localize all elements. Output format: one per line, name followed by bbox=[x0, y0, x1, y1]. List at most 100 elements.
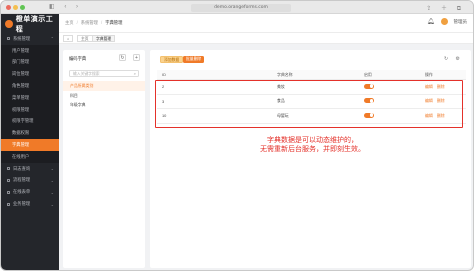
cell-id: 2 bbox=[162, 84, 165, 90]
sidebar: 橙单演示工程 系统管理 ⌃ 用户管理 部门管理 岗位管理 角色管理 菜单管理 权… bbox=[1, 14, 59, 270]
dictionary-panel-title[interactable]: 编码字典 bbox=[69, 56, 86, 62]
add-dictionary-button[interactable]: + bbox=[133, 54, 140, 61]
sidebar-item-permission-codes[interactable]: 权限字管理 bbox=[1, 115, 59, 128]
sidebar-item-label: 在线表单 bbox=[13, 189, 31, 195]
sidebar-item-label: 数据权限 bbox=[12, 130, 30, 136]
browser-nav-icons[interactable]: ◧ ‹ › bbox=[49, 3, 82, 10]
add-data-button[interactable]: 添加数据 bbox=[160, 56, 184, 63]
sidebar-item-logs[interactable]: 日志查询 ⌄ bbox=[1, 163, 59, 175]
top-header: 主页 / 系统管理 / 字典管理 🔔︎ 管理员 bbox=[59, 14, 473, 33]
enabled-toggle[interactable] bbox=[364, 112, 374, 118]
briefcase-icon bbox=[7, 202, 10, 206]
delete-link[interactable]: 删除 bbox=[437, 84, 445, 89]
sidebar-item-departments[interactable]: 部门管理 bbox=[1, 56, 59, 69]
dictionary-list-panel: 编码字典 ↻ + 输入关键字搜索 ⌕ 产品所属类别 科目 年级字典 bbox=[63, 50, 145, 268]
edit-link[interactable]: 编辑 bbox=[425, 113, 433, 118]
enabled-toggle[interactable] bbox=[364, 98, 374, 104]
sidebar-item-label: 在线用户 bbox=[12, 153, 30, 159]
cell-actions: 编辑 删除 bbox=[400, 113, 466, 119]
form-icon bbox=[7, 190, 10, 194]
close-window-button[interactable] bbox=[6, 5, 11, 10]
browser-action-icons[interactable]: ⇪ ＋ ⧉ bbox=[426, 3, 465, 13]
column-header-actions: 操作 bbox=[425, 71, 433, 77]
table-tools[interactable]: ↻ ⚙ bbox=[444, 56, 463, 62]
table-row: 3 食品 编辑 删除 bbox=[157, 95, 466, 109]
tab-home[interactable]: 主页 bbox=[77, 35, 93, 42]
search-placeholder: 输入关键字搜索 bbox=[73, 72, 100, 76]
orange-logo-icon bbox=[5, 19, 13, 28]
table-header: ID 字典名称 启用 操作 bbox=[157, 70, 466, 80]
header-actions: 🔔︎ 管理员 bbox=[427, 18, 467, 25]
tabs-bar: ⌂ 主页 字典管理 bbox=[59, 33, 473, 44]
maximize-window-button[interactable] bbox=[20, 5, 25, 10]
annotation-text: 字典数据是可以动态维护的， 无需重新后台服务，并即刻生效。 bbox=[260, 136, 365, 154]
settings-icon bbox=[7, 37, 10, 41]
sidebar-item-dictionary[interactable]: 字典管理 bbox=[1, 139, 59, 151]
sidebar-item-data-permissions[interactable]: 数据权限 bbox=[1, 127, 59, 140]
notification-bell-icon[interactable]: 🔔︎ bbox=[427, 18, 435, 25]
sidebar-item-label: 权限管理 bbox=[12, 106, 30, 112]
cell-id: 3 bbox=[162, 98, 165, 104]
delete-link[interactable]: 删除 bbox=[437, 113, 445, 118]
cell-enabled bbox=[340, 83, 400, 90]
tab-home-icon[interactable]: ⌂ bbox=[63, 35, 74, 42]
breadcrumb-separator: / bbox=[100, 20, 103, 25]
breadcrumb-current: 字典管理 bbox=[105, 20, 123, 25]
sidebar-item-online-forms[interactable]: 在线表单 ⌄ bbox=[1, 186, 59, 198]
edit-link[interactable]: 编辑 bbox=[425, 98, 433, 103]
chevron-down-icon: ⌄ bbox=[50, 201, 54, 207]
sidebar-item-permissions[interactable]: 权限管理 bbox=[1, 103, 59, 116]
app-window: ◧ ‹ › demo.orangeforms.com ⇪ ＋ ⧉ 橙单演示工程 … bbox=[0, 0, 474, 271]
cell-name: 食品 bbox=[277, 98, 285, 104]
enabled-toggle[interactable] bbox=[364, 83, 374, 89]
batch-delete-button[interactable]: 批量删除 bbox=[183, 56, 205, 63]
list-item[interactable]: 科目 bbox=[63, 91, 145, 101]
sidebar-item-online-users[interactable]: 在线用户 bbox=[1, 150, 59, 163]
dictionary-data-panel: 添加数据 批量删除 ↻ ⚙ ID 字典名称 启用 操作 2 美妆 编辑 删除 3 bbox=[150, 50, 471, 268]
tab-dictionary[interactable]: 字典管理 bbox=[92, 35, 116, 42]
sidebar-item-label: 用户管理 bbox=[12, 47, 30, 53]
sidebar-item-workflow[interactable]: 流程管理 ⌄ bbox=[1, 175, 59, 187]
cell-enabled bbox=[340, 112, 400, 119]
list-item[interactable]: 年级字典 bbox=[63, 100, 145, 110]
sidebar-item-posts[interactable]: 岗位管理 bbox=[1, 68, 59, 81]
sidebar-item-label: 系统管理 bbox=[13, 35, 31, 41]
dictionary-data-table: ID 字典名称 启用 操作 2 美妆 编辑 删除 3 食品 编辑 删除 10 母… bbox=[157, 70, 466, 124]
column-header-id: ID bbox=[162, 72, 166, 77]
sidebar-item-label: 流程管理 bbox=[13, 177, 31, 183]
browser-chrome: ◧ ‹ › demo.orangeforms.com ⇪ ＋ ⧉ bbox=[1, 1, 473, 14]
chevron-down-icon: ⌄ bbox=[50, 177, 54, 183]
list-item[interactable]: 产品所属类别 bbox=[63, 81, 145, 91]
sidebar-item-label: 菜单管理 bbox=[12, 94, 30, 100]
breadcrumb-item[interactable]: 主页 bbox=[65, 20, 74, 26]
cell-enabled bbox=[340, 98, 400, 104]
sidebar-menu: 系统管理 ⌃ 用户管理 部门管理 岗位管理 角色管理 菜单管理 权限管理 权限字… bbox=[1, 33, 59, 210]
dictionary-search-input[interactable]: 输入关键字搜索 ⌕ bbox=[69, 70, 139, 77]
sidebar-item-menus[interactable]: 菜单管理 bbox=[1, 91, 59, 104]
breadcrumb-item[interactable]: 系统管理 bbox=[81, 20, 98, 26]
sidebar-item-business[interactable]: 业务管理 ⌄ bbox=[1, 198, 59, 210]
sidebar-item-label: 字典管理 bbox=[12, 142, 30, 148]
cell-name: 美妆 bbox=[277, 83, 285, 89]
refresh-button[interactable]: ↻ bbox=[119, 54, 126, 61]
delete-link[interactable]: 删除 bbox=[437, 98, 445, 103]
chevron-up-icon: ⌃ bbox=[50, 36, 54, 42]
table-row: 2 美妆 编辑 删除 bbox=[157, 80, 466, 95]
url-bar[interactable]: demo.orangeforms.com bbox=[191, 4, 291, 12]
avatar[interactable] bbox=[440, 18, 448, 25]
sidebar-item-system[interactable]: 系统管理 ⌃ bbox=[1, 33, 59, 45]
user-name[interactable]: 管理员 bbox=[454, 19, 468, 25]
minimize-window-button[interactable] bbox=[13, 5, 18, 10]
cell-actions: 编辑 删除 bbox=[400, 84, 466, 90]
sidebar-item-users[interactable]: 用户管理 bbox=[1, 44, 59, 57]
annotation-line: 无需重新后台服务，并即刻生效。 bbox=[260, 146, 365, 153]
app-logo: 橙单演示工程 bbox=[1, 14, 59, 33]
sidebar-item-roles[interactable]: 角色管理 bbox=[1, 80, 59, 92]
breadcrumb: 主页 / 系统管理 / 字典管理 bbox=[65, 20, 122, 26]
cell-name: 母婴玩 bbox=[277, 112, 289, 118]
edit-link[interactable]: 编辑 bbox=[425, 84, 433, 89]
sidebar-item-label: 角色管理 bbox=[12, 83, 30, 89]
search-icon: ⌕ bbox=[133, 71, 136, 76]
sidebar-item-label: 权限字管理 bbox=[12, 118, 34, 124]
sidebar-item-label: 日志查询 bbox=[13, 165, 31, 171]
